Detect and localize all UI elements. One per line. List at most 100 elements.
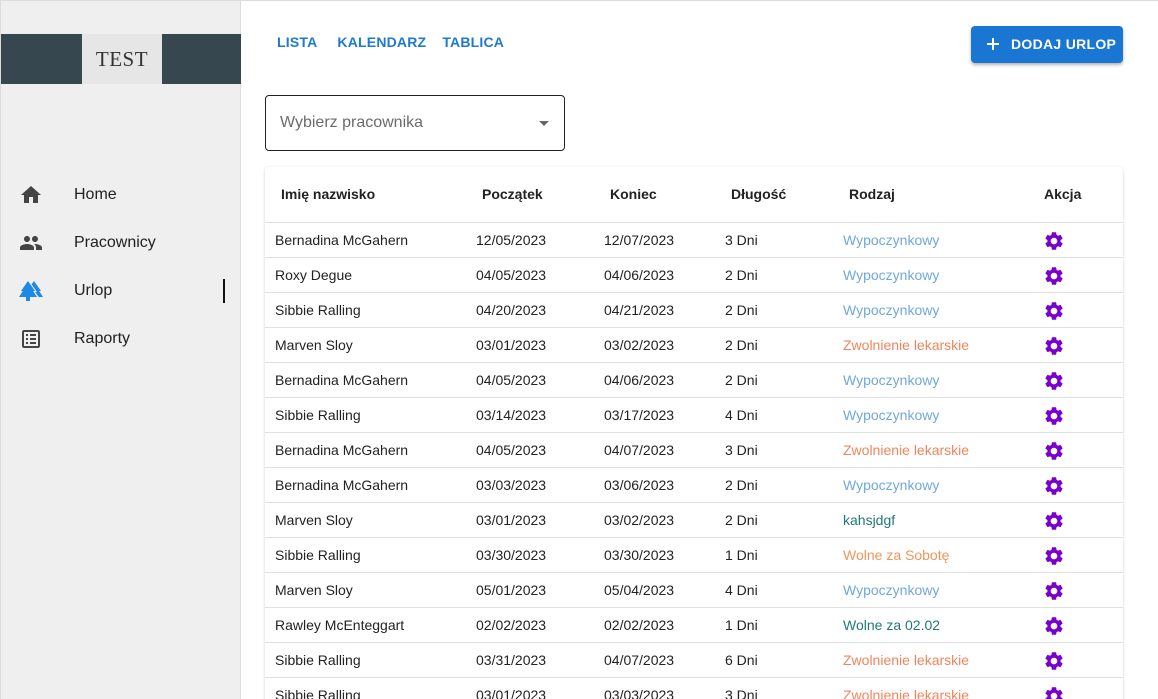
table-row[interactable]: Sibbie Ralling 04/20/2023 04/21/2023 2 Dni W…: [265, 293, 1123, 328]
cell-start-date: 03/01/2023: [476, 687, 547, 699]
cell-start-date: 03/31/2023: [476, 652, 547, 668]
table-row[interactable]: Bernadina McGahern 12/05/2023 12/07/2023 3 …: [265, 223, 1123, 258]
cell-length: 3 Dni: [725, 687, 758, 699]
table-row[interactable]: Sibbie Ralling 03/01/2023 03/03/2023 3 Dni Z…: [265, 678, 1123, 699]
cell-length: 2 Dni: [725, 512, 758, 528]
cell-name: Bernadina McGahern: [275, 477, 409, 493]
cell-name: Bernadina McGahern: [275, 442, 409, 458]
table-row[interactable]: Bernadina McGahern 04/05/2023 04/07/2023 3 …: [265, 433, 1123, 468]
cell-length: 4 Dni: [725, 407, 758, 423]
gear-icon[interactable]: [1043, 230, 1065, 252]
cell-leave-type: Wypoczynkowy: [843, 407, 940, 423]
column-header-start[interactable]: Początek: [482, 186, 543, 202]
gear-icon[interactable]: [1043, 300, 1065, 322]
gear-icon[interactable]: [1043, 440, 1065, 462]
gear-icon[interactable]: [1043, 580, 1065, 602]
employee-select[interactable]: Wybierz pracownika: [265, 95, 565, 151]
cell-end-date: 03/06/2023: [604, 477, 675, 493]
cell-end-date: 04/07/2023: [604, 652, 675, 668]
sidebar-item-raporty[interactable]: Raporty: [1, 315, 241, 363]
cell-leave-type: Zwolnienie lekarskie: [843, 687, 970, 699]
trees-icon: [19, 281, 43, 301]
cell-start-date: 04/20/2023: [476, 302, 547, 318]
cell-length: 2 Dni: [725, 372, 758, 388]
column-header-action: Akcja: [1044, 186, 1082, 202]
cell-start-date: 04/05/2023: [476, 267, 547, 283]
cell-length: 6 Dni: [725, 652, 758, 668]
gear-icon[interactable]: [1043, 615, 1065, 637]
gear-icon[interactable]: [1043, 370, 1065, 392]
tab-kalendarz[interactable]: KALENDARZ: [337, 34, 426, 50]
column-header-end[interactable]: Koniec: [610, 186, 657, 202]
cell-start-date: 03/14/2023: [476, 407, 547, 423]
sidebar-item-label: Home: [74, 186, 117, 203]
people-icon: [20, 236, 42, 250]
table-row[interactable]: Marven Sloy 05/01/2023 05/04/2023 4 Dni Wypo…: [265, 573, 1123, 608]
cell-start-date: 04/05/2023: [476, 372, 547, 388]
cell-start-date: 02/02/2023: [476, 617, 547, 633]
cell-length: 3 Dni: [725, 232, 758, 248]
table-row[interactable]: Rawley McEnteggart 02/02/2023 02/02/2023 1 …: [265, 608, 1123, 643]
cell-leave-type: Wypoczynkowy: [843, 372, 940, 388]
brand-logo[interactable]: TEST: [82, 34, 162, 84]
cell-start-date: 04/05/2023: [476, 442, 547, 458]
column-header-length[interactable]: Długość: [731, 186, 786, 202]
gear-icon[interactable]: [1043, 265, 1065, 287]
table-row[interactable]: Marven Sloy 03/01/2023 03/02/2023 2 Dni Zwol…: [265, 328, 1123, 363]
cell-start-date: 03/01/2023: [476, 337, 547, 353]
table-row[interactable]: Sibbie Ralling 03/30/2023 03/30/2023 1 Dni W…: [265, 538, 1123, 573]
gear-icon[interactable]: [1043, 405, 1065, 427]
main-content: LISTA KALENDARZ TABLICA DODAJ URLOP Wybi…: [241, 0, 1158, 699]
cell-name: Marven Sloy: [275, 337, 353, 353]
sidebar: TEST Home Pracownicy Urlop Raporty: [0, 0, 241, 699]
cell-leave-type: Wolne za Sobotę: [843, 547, 950, 563]
gear-icon[interactable]: [1043, 545, 1065, 567]
sidebar-item-home[interactable]: Home: [1, 171, 241, 219]
cell-end-date: 03/17/2023: [604, 407, 675, 423]
cell-end-date: 12/07/2023: [604, 232, 675, 248]
cell-start-date: 05/01/2023: [476, 582, 547, 598]
plus-icon: [987, 38, 999, 50]
cell-end-date: 04/07/2023: [604, 442, 675, 458]
cell-end-date: 04/06/2023: [604, 372, 675, 388]
cell-leave-type: Wolne za 02.02: [843, 617, 941, 633]
chevron-down-icon: [539, 121, 549, 126]
column-header-type[interactable]: Rodzaj: [849, 186, 895, 202]
tab-tablica[interactable]: TABLICA: [442, 34, 504, 50]
gear-icon[interactable]: [1043, 510, 1065, 532]
cell-name: Bernadina McGahern: [275, 232, 409, 248]
cell-name: Rawley McEnteggart: [275, 617, 405, 633]
table-header: Imię nazwisko Początek Koniec Długość Ro…: [265, 167, 1123, 223]
sidebar-item-label: Urlop: [74, 282, 113, 299]
add-leave-button[interactable]: DODAJ URLOP: [971, 26, 1123, 63]
table-row[interactable]: Sibbie Ralling 03/31/2023 04/07/2023 6 Dni Z…: [265, 643, 1123, 678]
cell-end-date: 04/06/2023: [604, 267, 675, 283]
gear-icon[interactable]: [1043, 650, 1065, 672]
table-row[interactable]: Bernadina McGahern 04/05/2023 04/06/2023 2 …: [265, 363, 1123, 398]
sidebar-item-pracownicy[interactable]: Pracownicy: [1, 219, 241, 267]
cell-leave-type: kahsjdgf: [843, 512, 896, 528]
cell-leave-type: Wypoczynkowy: [843, 582, 940, 598]
view-tabs: LISTA KALENDARZ TABLICA: [277, 34, 524, 50]
sidebar-item-urlop[interactable]: Urlop: [1, 267, 241, 315]
gear-icon[interactable]: [1043, 475, 1065, 497]
cell-name: Bernadina McGahern: [275, 372, 409, 388]
table-row[interactable]: Sibbie Ralling 03/14/2023 03/17/2023 4 Dni W…: [265, 398, 1123, 433]
table-row[interactable]: Bernadina McGahern 03/03/2023 03/06/2023 2 …: [265, 468, 1123, 503]
cell-start-date: 12/05/2023: [476, 232, 547, 248]
cell-end-date: 05/04/2023: [604, 582, 675, 598]
gear-icon[interactable]: [1043, 335, 1065, 357]
tab-lista[interactable]: LISTA: [277, 34, 317, 50]
cell-end-date: 04/21/2023: [604, 302, 675, 318]
report-icon: [22, 330, 40, 348]
gear-icon[interactable]: [1043, 685, 1065, 699]
column-header-name[interactable]: Imię nazwisko: [281, 186, 375, 202]
cell-length: 1 Dni: [725, 617, 758, 633]
brand-bar: TEST: [1, 34, 241, 84]
table-row[interactable]: Roxy Degue 04/05/2023 04/06/2023 2 Dni Wypoc…: [265, 258, 1123, 293]
cell-leave-type: Zwolnienie lekarskie: [843, 652, 970, 668]
cell-length: 2 Dni: [725, 267, 758, 283]
table-row[interactable]: Marven Sloy 03/01/2023 03/02/2023 2 Dni kahs…: [265, 503, 1123, 538]
cell-end-date: 03/03/2023: [604, 687, 675, 699]
sidebar-item-label: Raporty: [74, 330, 131, 347]
